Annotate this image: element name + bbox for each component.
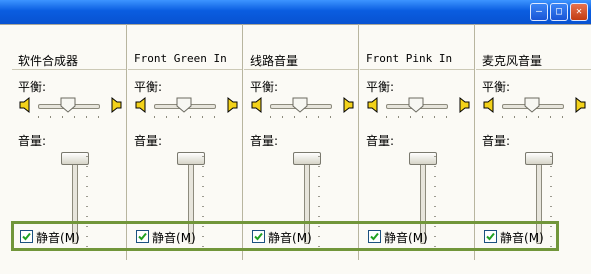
volume-slider-thumb[interactable] — [61, 152, 89, 165]
balance-ticks — [502, 116, 564, 119]
volume-label: 音量: — [18, 134, 47, 148]
balance-ticks — [38, 116, 100, 119]
balance-ticks — [386, 116, 448, 119]
volume-label: 音量: — [134, 134, 163, 148]
speaker-left-icon — [366, 96, 382, 117]
title-divider — [360, 69, 475, 70]
speaker-right-icon — [107, 96, 123, 117]
speaker-right-icon — [339, 96, 355, 117]
volume-label: 音量: — [366, 134, 395, 148]
volume-slider-thumb[interactable] — [293, 152, 321, 165]
balance-label: 平衡: — [134, 80, 163, 94]
channel-title: 麦克风音量 — [482, 54, 543, 68]
speaker-left-icon — [250, 96, 266, 117]
volume-label: 音量: — [482, 134, 511, 148]
title-bar: – □ ✕ — [0, 0, 591, 24]
balance-label: 平衡: — [482, 80, 511, 94]
title-divider — [244, 69, 359, 70]
channel-title: 软件合成器 — [18, 54, 79, 68]
channel-title: Front Green In — [134, 52, 227, 65]
balance-slider-thumb[interactable] — [176, 97, 192, 116]
balance-label: 平衡: — [250, 80, 279, 94]
title-divider — [12, 69, 127, 70]
balance-ticks — [270, 116, 332, 119]
balance-ticks — [154, 116, 216, 119]
balance-slider-thumb[interactable] — [60, 97, 76, 116]
speaker-left-icon — [134, 96, 150, 117]
mute-row-highlight — [11, 221, 559, 251]
maximize-button[interactable]: □ — [550, 3, 568, 21]
balance-slider-thumb[interactable] — [408, 97, 424, 116]
speaker-right-icon — [455, 96, 471, 117]
volume-slider-thumb[interactable] — [177, 152, 205, 165]
speaker-left-icon — [482, 96, 498, 117]
balance-slider-thumb[interactable] — [524, 97, 540, 116]
volume-slider-thumb[interactable] — [409, 152, 437, 165]
speaker-right-icon — [223, 96, 239, 117]
volume-label: 音量: — [250, 134, 279, 148]
channel-title: Front Pink In — [366, 52, 453, 65]
balance-label: 平衡: — [18, 80, 47, 94]
balance-label: 平衡: — [366, 80, 395, 94]
speaker-right-icon — [571, 96, 587, 117]
speaker-left-icon — [18, 96, 34, 117]
title-divider — [476, 69, 591, 70]
volume-slider-thumb[interactable] — [525, 152, 553, 165]
channel-title: 线路音量 — [250, 54, 299, 68]
balance-slider-thumb[interactable] — [292, 97, 308, 116]
close-button[interactable]: ✕ — [570, 3, 588, 21]
title-divider — [128, 69, 243, 70]
minimize-button[interactable]: – — [530, 3, 548, 21]
